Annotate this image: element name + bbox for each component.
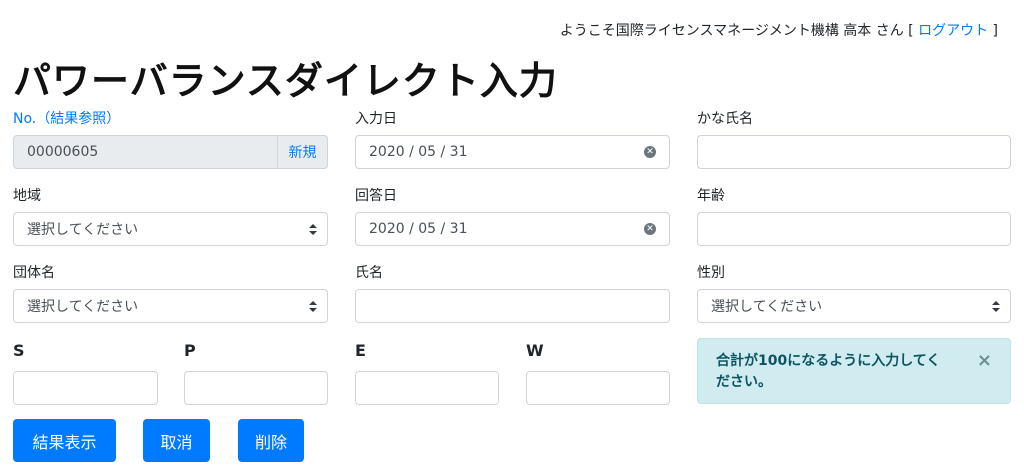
input-date-field[interactable]: 2020 / 05 / 31 ✕ [355, 135, 670, 169]
group-selected: 選択してください [27, 299, 139, 315]
logout-link[interactable]: ログアウト [918, 23, 988, 39]
info-alert: 合計が100になるように入力してください。 × [697, 338, 1011, 404]
group-label: 団体名 [13, 265, 55, 281]
show-result-button[interactable]: 結果表示 [13, 419, 116, 462]
bracket-close: ] [988, 23, 998, 39]
gender-selected: 選択してください [711, 299, 823, 315]
region-select[interactable]: 選択してください [13, 212, 328, 246]
s-field[interactable] [13, 371, 158, 405]
gender-label: 性別 [697, 265, 725, 281]
input-date-value: 2020 / 05 / 31 [369, 144, 468, 160]
answer-date-value: 2020 / 05 / 31 [369, 221, 468, 237]
number-field: 00000605 新規 [13, 135, 328, 169]
alert-message: 合計が100になるように入力してください。 [716, 353, 941, 390]
name-field[interactable] [355, 289, 670, 323]
select-arrows-icon [309, 223, 317, 235]
close-icon[interactable]: × [977, 351, 992, 371]
e-field[interactable] [355, 371, 499, 405]
select-arrows-icon [992, 300, 1000, 312]
gender-select[interactable]: 選択してください [697, 289, 1011, 323]
age-label: 年齢 [697, 188, 725, 204]
p-field[interactable] [184, 371, 328, 405]
answer-date-field[interactable]: 2020 / 05 / 31 ✕ [355, 212, 670, 246]
s-label: S [13, 341, 25, 360]
clear-icon[interactable]: ✕ [644, 146, 656, 158]
number-result-link[interactable]: No.（結果参照） [13, 108, 120, 128]
answer-date-label: 回答日 [355, 188, 397, 204]
cancel-button[interactable]: 取消 [143, 419, 210, 462]
region-label: 地域 [13, 188, 41, 204]
user-header: ようこそ国際ライセンスマネージメント機構 高本 さん [ ログアウト ] [560, 20, 998, 40]
clear-icon[interactable]: ✕ [644, 223, 656, 235]
select-arrows-icon [309, 300, 317, 312]
name-label: 氏名 [355, 265, 383, 281]
p-label: P [184, 341, 196, 360]
w-label: W [526, 341, 544, 360]
input-date-label: 入力日 [355, 111, 397, 127]
new-button[interactable]: 新規 [277, 135, 328, 169]
age-field[interactable] [697, 212, 1011, 246]
delete-button[interactable]: 削除 [238, 419, 304, 462]
region-selected: 選択してください [27, 222, 139, 238]
e-label: E [355, 341, 366, 360]
welcome-text: ようこそ国際ライセンスマネージメント機構 高本 さん [ [559, 23, 919, 39]
w-field[interactable] [526, 371, 670, 405]
page-title: パワーバランスダイレクト入力 [13, 59, 558, 103]
kana-name-field[interactable] [697, 135, 1011, 169]
group-select[interactable]: 選択してください [13, 289, 328, 323]
kana-name-label: かな氏名 [697, 111, 753, 127]
